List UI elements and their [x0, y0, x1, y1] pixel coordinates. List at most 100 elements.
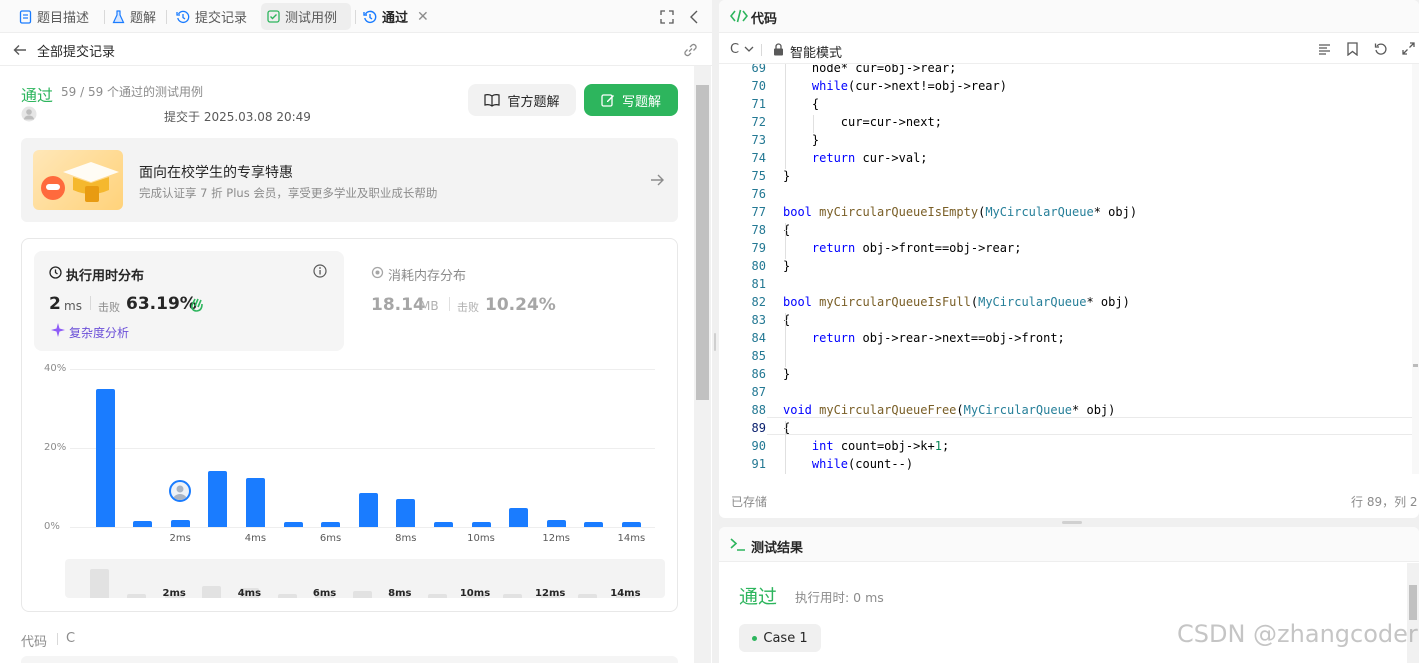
code-line[interactable]: int count=obj->k+1;: [783, 439, 949, 453]
language-select[interactable]: C: [730, 42, 739, 57]
link-icon[interactable]: [682, 42, 699, 58]
code-footer: 已存储 行 89，列 2: [719, 486, 1419, 516]
line-number: 69: [751, 64, 766, 75]
navigator-tick-label: 8ms: [388, 588, 412, 599]
complexity-analysis-link[interactable]: 复杂度分析: [69, 324, 129, 341]
write-solution-label: 写题解: [621, 94, 661, 110]
format-icon[interactable]: [1318, 43, 1331, 56]
official-solution-button[interactable]: 官方题解: [468, 84, 576, 116]
submission-panel: 题目描述 题解 提交记录 测试用例 通过 ✕ 全部提交记录 通过 59 / 59: [0, 0, 712, 663]
vertical-splitter[interactable]: [712, 0, 719, 663]
line-number: 79: [751, 241, 766, 255]
pass-dot: [752, 635, 758, 641]
code-line[interactable]: }: [783, 367, 790, 381]
tab-testcases[interactable]: 测试用例: [261, 3, 351, 30]
tab-submissions[interactable]: 提交记录: [170, 3, 253, 30]
line-number: 75: [751, 169, 766, 183]
code-editor[interactable]: 69 node* cur=obj->rear; 70 while(cur->nex…: [719, 64, 1412, 474]
expand-icon[interactable]: [1402, 42, 1415, 55]
promo-title: 面向在校学生的专享特惠: [139, 165, 293, 181]
horizontal-splitter[interactable]: [1062, 521, 1082, 524]
line-number: 88: [751, 403, 766, 417]
line-number: 82: [751, 295, 766, 309]
cursor-position: 行 89，列 2: [1351, 495, 1418, 509]
navigator-bar: [277, 594, 297, 598]
navigator-bar: [352, 590, 372, 598]
line-number: 85: [751, 349, 766, 363]
chevron-down-icon[interactable]: [744, 46, 754, 53]
tab-description[interactable]: 题目描述: [13, 3, 95, 30]
close-icon[interactable]: ✕: [417, 9, 429, 25]
line-number: 70: [751, 79, 766, 93]
fullscreen-icon[interactable]: [660, 10, 674, 24]
line-number: 81: [751, 277, 766, 291]
memory-beats-label: 击败: [457, 301, 479, 314]
reset-icon[interactable]: [1374, 42, 1388, 56]
write-solution-button[interactable]: 写题解: [584, 84, 678, 116]
line-number: 91: [751, 457, 766, 471]
student-promo-banner[interactable]: 面向在校学生的专享特惠 完成认证享 7 折 Plus 会员，享受更多学业及职业成…: [21, 138, 678, 222]
left-tab-bar: 题目描述 题解 提交记录 测试用例 通过 ✕: [0, 0, 712, 33]
clock-icon: [49, 266, 62, 279]
bookmark-icon[interactable]: [1347, 42, 1358, 56]
history-icon: [176, 10, 190, 23]
info-icon[interactable]: [313, 264, 327, 278]
navigator-tick-label: 4ms: [237, 588, 262, 599]
editor-mode[interactable]: 智能模式: [790, 42, 842, 61]
chip-icon: [371, 266, 384, 279]
code-line[interactable]: bool myCircularQueueIsFull(MyCircularQue…: [783, 295, 1130, 309]
code-line[interactable]: while(cur->next!=obj->rear): [783, 79, 1007, 93]
code-panel-header: 代码: [719, 0, 1419, 33]
line-number: 78: [751, 223, 766, 237]
tab-label: 测试用例: [285, 11, 338, 26]
line-number: 89: [751, 421, 766, 435]
lock-icon: [774, 43, 783, 56]
navigator-bar: [427, 594, 447, 598]
editor-scrollbar[interactable]: [1412, 64, 1419, 474]
tab-label: 提交记录: [195, 11, 248, 26]
left-scrollbar-thumb[interactable]: [696, 85, 709, 400]
code-section-lang: C: [66, 631, 76, 646]
tab-accepted[interactable]: 通过 ✕: [357, 3, 435, 30]
code-line[interactable]: return cur->val;: [783, 151, 928, 165]
case-label: Case 1: [763, 630, 808, 646]
code-line[interactable]: void myCircularQueueFree(MyCircularQueue…: [783, 403, 1115, 417]
promo-subtitle: 完成认证享 7 折 Plus 会员，享受更多学业及职业成长帮助: [139, 186, 438, 200]
navigator-tick-label: 10ms: [459, 588, 491, 599]
code-line[interactable]: return obj->rear->next==obj->front;: [783, 331, 1065, 345]
code-panel-title: 代码: [751, 12, 778, 27]
case-tab[interactable]: Case 1: [739, 624, 821, 652]
code-line[interactable]: cur=cur->next;: [783, 115, 942, 129]
code-section-label: 代码: [21, 635, 48, 650]
line-number: 80: [751, 259, 766, 273]
code-line[interactable]: }: [783, 133, 819, 147]
back-link[interactable]: 全部提交记录: [37, 41, 115, 60]
line-number: 76: [751, 187, 766, 201]
collapse-icon[interactable]: [689, 10, 699, 24]
book-icon: [484, 94, 501, 107]
runtime-beats-label: 击败: [98, 301, 120, 314]
tab-solutions[interactable]: 题解: [106, 3, 162, 30]
code-line[interactable]: bool myCircularQueueIsEmpty(MyCircularQu…: [783, 205, 1137, 219]
terminal-icon: [730, 538, 745, 551]
navigator-bar: [202, 586, 222, 598]
code-line[interactable]: }: [783, 259, 790, 273]
test-result-runtime: 执行用时: 0 ms: [795, 590, 884, 605]
navigator-bar: [89, 569, 109, 598]
runtime-title: 执行用时分布: [66, 269, 145, 284]
arrow-left-icon[interactable]: [13, 43, 27, 57]
memory-value: 18.14: [371, 295, 425, 315]
navigator-tick-label: 14ms: [610, 588, 641, 599]
code-line[interactable]: return obj->front==obj->rear;: [783, 241, 1022, 255]
runtime-box[interactable]: 执行用时分布 2 ms 击败 63.19% 复杂度分析: [34, 251, 344, 351]
code-line[interactable]: {: [783, 97, 819, 111]
result-scrollbar[interactable]: [1407, 563, 1419, 663]
code-line[interactable]: }: [783, 169, 790, 183]
code-line[interactable]: node* cur=obj->rear;: [783, 64, 957, 75]
description-icon: [19, 9, 32, 24]
code-line[interactable]: while(count--): [783, 457, 913, 471]
memory-unit: MB: [420, 299, 439, 313]
avatar[interactable]: [21, 106, 37, 122]
navigator-bar: [578, 594, 598, 598]
edit-icon: [601, 94, 614, 107]
